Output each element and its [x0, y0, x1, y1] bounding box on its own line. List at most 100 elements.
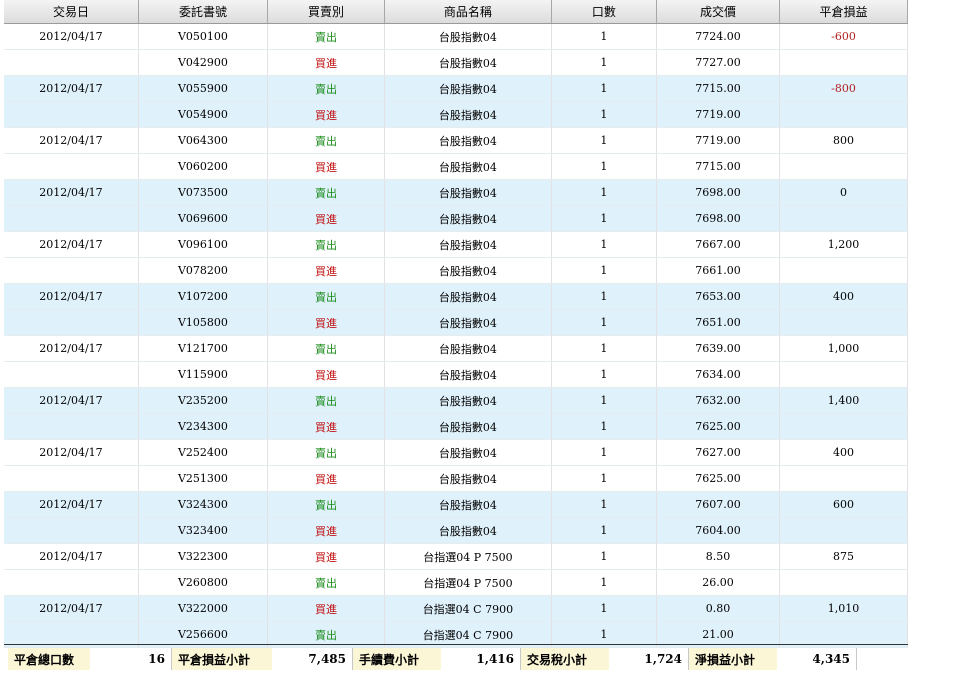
table-row[interactable]: V069600 買進 台股指數04 1 7698.00 [4, 206, 908, 232]
qty-cell: 1 [552, 284, 657, 309]
table-row[interactable]: 2012/04/17 V252400 賣出 台股指數04 1 7627.00 400 [4, 440, 908, 466]
table-row[interactable]: V060200 買進 台股指數04 1 7715.00 [4, 154, 908, 180]
side-cell: 賣出 [268, 180, 386, 205]
table-row[interactable]: 2012/04/17 V107200 賣出 台股指數04 1 7653.00 400 [4, 284, 908, 310]
pnl-cell [780, 154, 908, 179]
product-cell: 台股指數04 [385, 128, 552, 153]
date-cell [4, 414, 139, 439]
qty-cell: 1 [552, 232, 657, 257]
price-cell: 7715.00 [657, 76, 780, 101]
table-row[interactable]: V115900 買進 台股指數04 1 7634.00 [4, 362, 908, 388]
date-cell: 2012/04/17 [4, 596, 139, 621]
header-product[interactable]: 商品名稱 [385, 0, 552, 23]
total-qty-label: 平倉總口數 [8, 648, 90, 670]
date-cell: 2012/04/17 [4, 336, 139, 361]
table-row[interactable]: V260800 賣出 台指選04 P 7500 1 26.00 [4, 570, 908, 596]
price-cell: 7724.00 [657, 24, 780, 49]
header-price[interactable]: 成交價 [657, 0, 780, 23]
tax-subtotal-value: 1,724 [609, 648, 689, 670]
price-cell: 7639.00 [657, 336, 780, 361]
order-no-cell: V069600 [139, 206, 268, 231]
product-cell: 台股指數04 [385, 336, 552, 361]
side-cell: 賣出 [268, 284, 386, 309]
side-cell: 買進 [268, 102, 386, 127]
table-row[interactable]: V054900 買進 台股指數04 1 7719.00 [4, 102, 908, 128]
price-cell: 7651.00 [657, 310, 780, 335]
side-cell: 買進 [268, 544, 386, 569]
price-cell: 7632.00 [657, 388, 780, 413]
table-row[interactable]: 2012/04/17 V096100 賣出 台股指數04 1 7667.00 1,200 [4, 232, 908, 258]
product-cell: 台指選04 P 7500 [385, 570, 552, 595]
header-side[interactable]: 買賣別 [268, 0, 386, 23]
price-cell: 7698.00 [657, 206, 780, 231]
table-row[interactable]: 2012/04/17 V324300 賣出 台股指數04 1 7607.00 600 [4, 492, 908, 518]
table-row[interactable]: V323400 買進 台股指數04 1 7604.00 [4, 518, 908, 544]
pnl-cell: 400 [780, 440, 908, 465]
date-cell [4, 518, 139, 543]
side-cell: 賣出 [268, 24, 386, 49]
order-no-cell: V235200 [139, 388, 268, 413]
qty-cell: 1 [552, 154, 657, 179]
pnl-cell: 1,200 [780, 232, 908, 257]
date-cell: 2012/04/17 [4, 440, 139, 465]
product-cell: 台指選04 P 7500 [385, 544, 552, 569]
price-cell: 7698.00 [657, 180, 780, 205]
side-cell: 買進 [268, 466, 386, 491]
price-cell: 7653.00 [657, 284, 780, 309]
table-row[interactable]: V251300 買進 台股指數04 1 7625.00 [4, 466, 908, 492]
date-cell [4, 206, 139, 231]
header-date[interactable]: 交易日 [4, 0, 139, 23]
order-no-cell: V251300 [139, 466, 268, 491]
side-cell: 賣出 [268, 440, 386, 465]
header-pnl[interactable]: 平倉損益 [780, 0, 908, 23]
pnl-cell: 400 [780, 284, 908, 309]
product-cell: 台股指數04 [385, 388, 552, 413]
pnl-cell [780, 570, 908, 595]
header-qty[interactable]: 口數 [552, 0, 657, 23]
table-row[interactable]: 2012/04/17 V064300 賣出 台股指數04 1 7719.00 800 [4, 128, 908, 154]
order-no-cell: V107200 [139, 284, 268, 309]
product-cell: 台股指數04 [385, 362, 552, 387]
product-cell: 台股指數04 [385, 414, 552, 439]
qty-cell: 1 [552, 388, 657, 413]
qty-cell: 1 [552, 102, 657, 127]
net-pnl-label: 淨損益小計 [689, 648, 777, 670]
qty-cell: 1 [552, 414, 657, 439]
table-row[interactable]: V234300 買進 台股指數04 1 7625.00 [4, 414, 908, 440]
price-cell: 8.50 [657, 544, 780, 569]
table-row[interactable]: 2012/04/17 V050100 賣出 台股指數04 1 7724.00 -600 [4, 24, 908, 50]
side-cell: 買進 [268, 310, 386, 335]
table-row[interactable]: 2012/04/17 V322300 買進 台指選04 P 7500 1 8.50 875 [4, 544, 908, 570]
order-no-cell: V096100 [139, 232, 268, 257]
table-row[interactable]: V042900 買進 台股指數04 1 7727.00 [4, 50, 908, 76]
table-row[interactable]: 2012/04/17 V235200 賣出 台股指數04 1 7632.00 1,400 [4, 388, 908, 414]
product-cell: 台股指數04 [385, 154, 552, 179]
table-row[interactable]: 2012/04/17 V322000 買進 台指選04 C 7900 1 0.80 1,01… [4, 596, 908, 622]
order-no-cell: V115900 [139, 362, 268, 387]
table-row[interactable]: V105800 買進 台股指數04 1 7651.00 [4, 310, 908, 336]
order-no-cell: V078200 [139, 258, 268, 283]
pnl-cell [780, 362, 908, 387]
table-row[interactable]: 2012/04/17 V055900 賣出 台股指數04 1 7715.00 -800 [4, 76, 908, 102]
price-cell: 7625.00 [657, 414, 780, 439]
side-cell: 買進 [268, 50, 386, 75]
date-cell: 2012/04/17 [4, 544, 139, 569]
table-row[interactable]: 2012/04/17 V121700 賣出 台股指數04 1 7639.00 1,000 [4, 336, 908, 362]
product-cell: 台股指數04 [385, 440, 552, 465]
order-no-cell: V121700 [139, 336, 268, 361]
product-cell: 台股指數04 [385, 232, 552, 257]
pnl-cell [780, 310, 908, 335]
product-cell: 台股指數04 [385, 76, 552, 101]
pnl-cell: 1,010 [780, 596, 908, 621]
table-row[interactable]: 2012/04/17 V073500 賣出 台股指數04 1 7698.00 0 [4, 180, 908, 206]
table-row[interactable]: V078200 買進 台股指數04 1 7661.00 [4, 258, 908, 284]
total-qty-value: 16 [90, 648, 172, 670]
pnl-subtotal-value: 7,485 [272, 648, 353, 670]
product-cell: 台股指數04 [385, 102, 552, 127]
header-order-no[interactable]: 委託書號 [139, 0, 268, 23]
price-cell: 7627.00 [657, 440, 780, 465]
pnl-cell: 1,000 [780, 336, 908, 361]
footer-divider [4, 644, 908, 645]
product-cell: 台股指數04 [385, 180, 552, 205]
date-cell [4, 362, 139, 387]
